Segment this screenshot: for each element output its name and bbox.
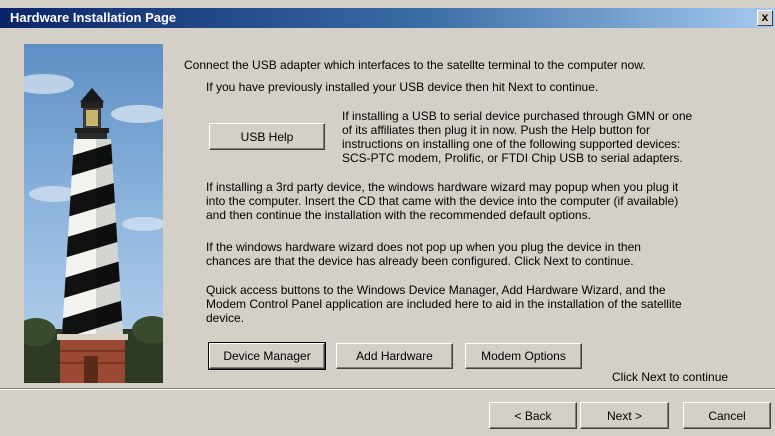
- third-party-text: If installing a 3rd party device, the wi…: [206, 180, 766, 222]
- no-popup-line: chances are that the device has already …: [206, 254, 634, 268]
- no-popup-text: If the windows hardware wizard does not …: [206, 240, 766, 268]
- next-button[interactable]: Next >: [580, 402, 669, 429]
- quick-access-line: Quick access buttons to the Windows Devi…: [206, 283, 666, 297]
- quick-access-line: device.: [206, 311, 245, 325]
- gmn-info-line: of its affiliates then plug it in now. P…: [342, 123, 650, 137]
- click-next-text: Click Next to continue: [612, 370, 729, 384]
- footer-divider: [0, 388, 775, 390]
- third-party-line: into the computer. Insert the CD that ca…: [206, 194, 679, 208]
- gmn-info-line: If installing a USB to serial device pur…: [342, 109, 693, 123]
- quick-access-line: Modem Control Panel application are incl…: [206, 297, 682, 311]
- cancel-button[interactable]: Cancel: [683, 402, 771, 429]
- gmn-info-text: If installing a USB to serial device pur…: [342, 109, 762, 165]
- close-icon[interactable]: x: [757, 10, 773, 26]
- third-party-line: and then continue the installation with …: [206, 208, 591, 222]
- add-hardware-button[interactable]: Add Hardware: [336, 343, 453, 369]
- device-manager-button[interactable]: Device Manager: [208, 342, 326, 370]
- previously-installed-text: If you have previously installed your US…: [206, 80, 599, 94]
- title-bar: Hardware Installation Page x: [0, 8, 775, 28]
- third-party-line: If installing a 3rd party device, the wi…: [206, 180, 679, 194]
- no-popup-line: If the windows hardware wizard does not …: [206, 240, 641, 254]
- gmn-info-line: SCS-PTC modem, Prolific, or FTDI Chip US…: [342, 151, 683, 165]
- modem-options-button[interactable]: Modem Options: [465, 343, 582, 369]
- quick-access-text: Quick access buttons to the Windows Devi…: [206, 283, 766, 325]
- gmn-info-line: instructions on installing one of the fo…: [342, 137, 681, 151]
- lighthouse-image: [24, 44, 163, 383]
- hardware-installation-dialog: Hardware Installation Page x Connect the…: [0, 0, 775, 436]
- intro-text: Connect the USB adapter which interfaces…: [184, 58, 646, 72]
- window-title: Hardware Installation Page: [10, 10, 177, 25]
- back-button[interactable]: < Back: [489, 402, 577, 429]
- usb-help-button[interactable]: USB Help: [209, 123, 325, 150]
